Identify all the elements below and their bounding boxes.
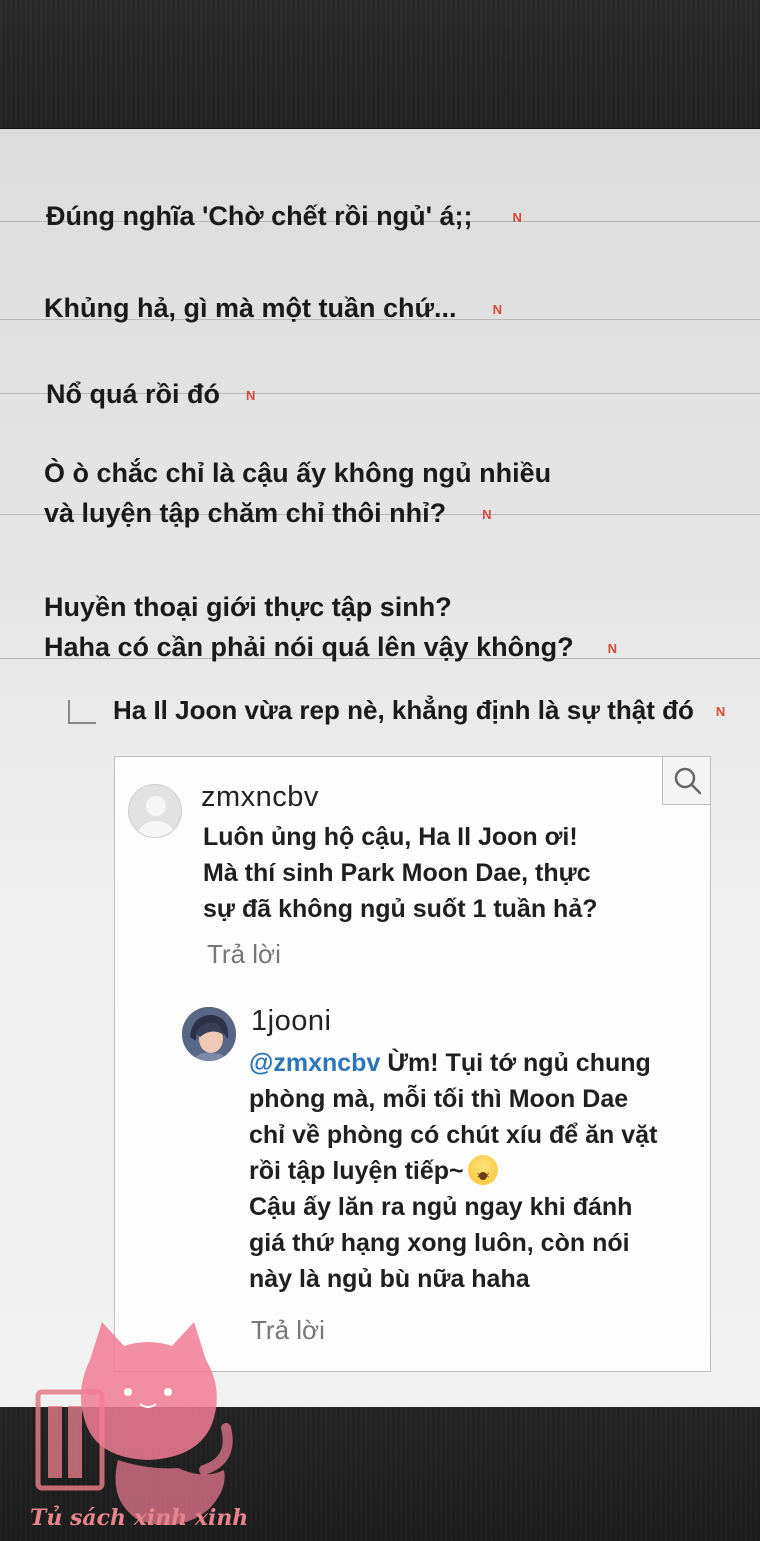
- comment-row: Huyền thoại giới thực tập sinh? Haha có …: [0, 515, 760, 662]
- reply-link[interactable]: Trả lời: [207, 939, 281, 970]
- mention-link[interactable]: @zmxncbv: [249, 1049, 380, 1077]
- reply-link[interactable]: Trả lời: [251, 1315, 325, 1346]
- comment-text: Huyền thoại giới thực tập sinh? Haha có …: [44, 592, 574, 662]
- comment-row: Đúng nghĩa 'Chờ chết rồi ngủ' á;; N: [0, 128, 760, 231]
- search-icon: [674, 767, 702, 795]
- reply-text: Ha Il Joon vừa rep nè, khẳng định là sự …: [113, 695, 694, 725]
- answer-text-part2: Cậu ấy lăn ra ngủ ngay khi đánh giá thứ …: [249, 1193, 633, 1293]
- reply-corner-icon: [68, 700, 96, 724]
- new-badge: N: [607, 640, 617, 656]
- avatar-1jooni[interactable]: [182, 1007, 236, 1061]
- new-badge: N: [715, 704, 726, 720]
- comment-row: Nổ quá rồi đó N: [0, 320, 760, 409]
- comment-screenshot-card: zmxncbv Luôn ủng hộ cậu, Ha Il Joon ơi! …: [114, 756, 711, 1372]
- comment-row: Khủng hả, gì mà một tuần chứ... N: [0, 222, 760, 323]
- watermark-text: Tủ sách xinh xinh: [30, 1505, 249, 1531]
- answer-username[interactable]: 1jooni: [251, 1005, 331, 1038]
- profile-picture-icon: [182, 1007, 236, 1061]
- top-dark-band: [0, 0, 760, 128]
- post-text: Luôn ủng hộ cậu, Ha Il Joon ơi! Mà thí s…: [203, 823, 598, 923]
- comment-row: Ò ò chắc chỉ là cậu ấy không ngủ nhiều v…: [0, 394, 760, 528]
- search-button[interactable]: [662, 757, 710, 805]
- user-placeholder-icon: [138, 796, 174, 837]
- answer-text: @zmxncbv Ừm! Tụi tớ ngủ chung phòng mà, …: [249, 1045, 689, 1297]
- comment-text: Khủng hả, gì mà một tuần chứ...: [44, 293, 457, 323]
- dizzy-face-emoji-icon: [467, 1155, 498, 1194]
- reply-text-line: Ha Il Joon vừa rep nè, khẳng định là sự …: [113, 690, 725, 732]
- avatar-default[interactable]: [128, 784, 182, 838]
- post-username[interactable]: zmxncbv: [201, 781, 319, 814]
